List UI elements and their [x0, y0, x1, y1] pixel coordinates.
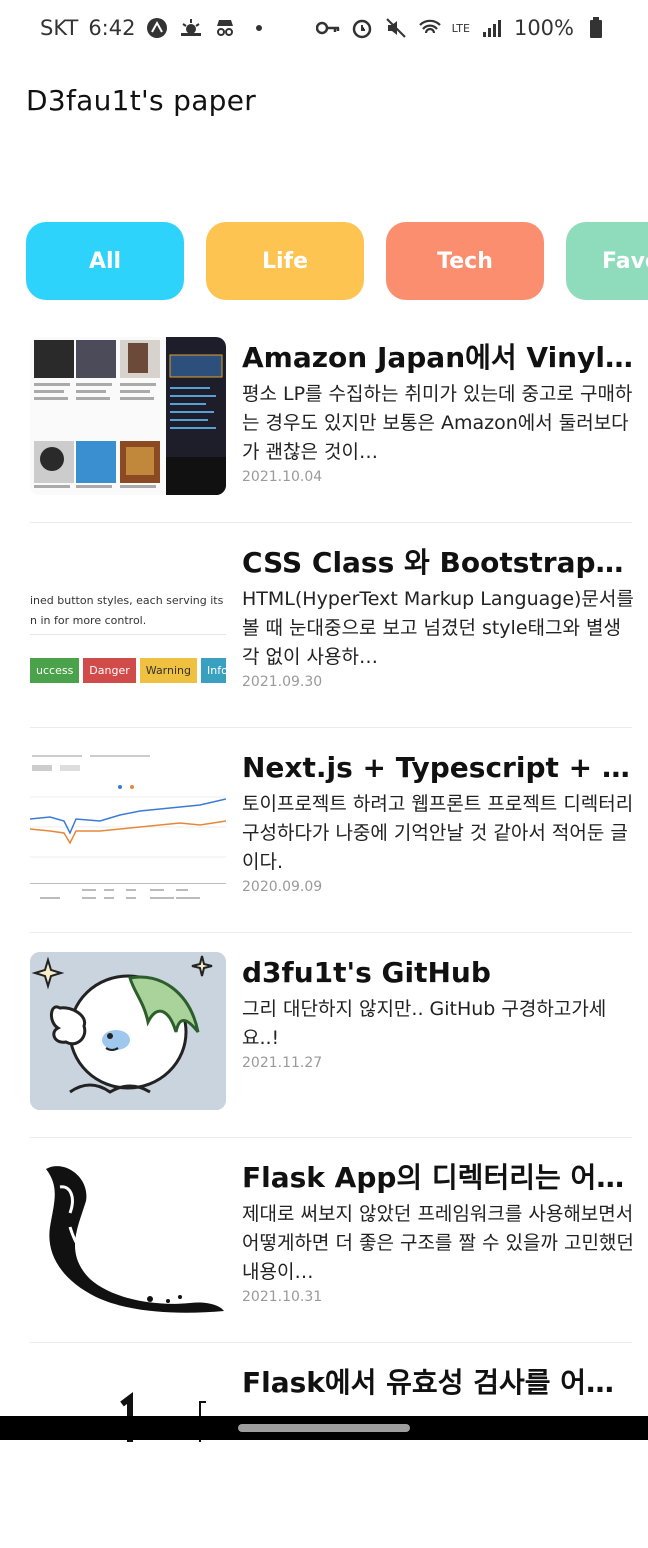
thumb-warning-button: Warning	[139, 658, 197, 683]
post-card[interactable]: d3fu1t's GitHub 그리 대단하지 않지만.. GitHub 구경하…	[30, 933, 632, 1138]
post-description: 평소 LP를 수집하는 취미가 있는데 중고로 구매하는 경우도 있지만 보통은…	[242, 383, 633, 463]
status-right: LTE 100%	[315, 16, 608, 40]
category-chip-life[interactable]: Life	[206, 222, 364, 300]
category-filter-bar: All Life Tech Favo	[26, 222, 648, 300]
category-chip-tech[interactable]: Tech	[386, 222, 544, 300]
dot-icon	[247, 16, 271, 40]
wifi-icon	[418, 16, 442, 40]
post-title: d3fu1t's GitHub	[242, 956, 491, 989]
post-thumbnail-analytics-chart	[30, 747, 226, 905]
post-thumbnail-validation	[30, 1362, 226, 1520]
clock: 6:42	[88, 16, 136, 40]
key-icon	[315, 16, 340, 40]
post-description: 토이프로젝트 하려고 웹프론트 프로젝트 디렉터리 구성하다가 나중에 기억안날…	[242, 793, 634, 873]
post-date: 2021.11.27	[242, 1055, 323, 1071]
post-title: CSS Class 와 Bootstrap이…	[242, 546, 634, 579]
weather-icon	[179, 16, 203, 40]
post-card[interactable]: ined button styles, each serving its own…	[30, 523, 634, 728]
thumb-success-button: uccess	[30, 658, 80, 683]
post-list: Amazon Japan에서 Vinyl 상… 평소 LP를 수집하는 취미가 …	[0, 318, 648, 1548]
post-title: Flask App의 디렉터리는 어떤…	[242, 1161, 634, 1194]
incognito-icon	[213, 16, 237, 40]
post-title: Amazon Japan에서 Vinyl 상…	[242, 341, 634, 374]
signal-icon	[480, 16, 504, 40]
post-thumbnail-flask-logo	[30, 1157, 226, 1315]
post-card[interactable]: Flask에서 유효성 검사를 어떻…	[30, 1343, 634, 1548]
status-left: SKT 6:42	[40, 16, 271, 40]
post-thumbnail-vinyl	[30, 337, 226, 495]
chip-label: All	[88, 248, 122, 274]
thumb-danger-button: Danger	[83, 658, 136, 683]
post-title: Next.js + Typescript + Tail..	[242, 751, 634, 784]
post-text: Next.js + Typescript + Tail.. 토이프로젝트 하려고…	[242, 748, 634, 895]
post-title: Flask에서 유효성 검사를 어떻…	[242, 1366, 634, 1399]
carrier-label: SKT	[40, 16, 79, 40]
post-text: Flask에서 유효성 검사를 어떻…	[242, 1363, 634, 1403]
post-text: CSS Class 와 Bootstrap이… HTML(HyperText M…	[242, 543, 634, 690]
battery-percent: 100%	[513, 16, 574, 40]
thumb-text-line: n in for more control.	[30, 614, 147, 627]
lte-label: LTE	[451, 21, 470, 35]
home-indicator[interactable]	[238, 1424, 410, 1432]
post-card[interactable]: Amazon Japan에서 Vinyl 상… 평소 LP를 수집하는 취미가 …	[30, 318, 634, 523]
post-card[interactable]: Next.js + Typescript + Tail.. 토이프로젝트 하려고…	[30, 728, 634, 933]
post-description: 그리 대단하지 않지만.. GitHub 구경하고가세요..!	[242, 998, 607, 1049]
app-title: D3fau1t's paper	[26, 84, 257, 117]
category-chip-all[interactable]: All	[26, 222, 184, 300]
post-date: 2021.10.31	[242, 1289, 323, 1305]
post-date: 2021.10.04	[242, 469, 323, 485]
post-text: Amazon Japan에서 Vinyl 상… 평소 LP를 수집하는 취미가 …	[242, 338, 634, 485]
post-description: 제대로 써보지 않았던 프레임워크를 사용해보면서 어떻게하면 더 좋은 구조를…	[242, 1203, 634, 1283]
post-card[interactable]: Flask App의 디렉터리는 어떤… 제대로 써보지 않았던 프레임워크를 …	[30, 1138, 634, 1343]
chip-label: Life	[261, 248, 309, 274]
thumb-info-button: Info	[201, 658, 226, 683]
post-thumbnail-github-character	[30, 952, 226, 1110]
app-notification-icon	[145, 16, 169, 40]
post-date: 2021.09.30	[242, 674, 323, 690]
post-text: d3fu1t's GitHub 그리 대단하지 않지만.. GitHub 구경하…	[242, 953, 634, 1071]
post-date: 2020.09.09	[242, 879, 323, 895]
post-text: Flask App의 디렉터리는 어떤… 제대로 써보지 않았던 프레임워크를 …	[242, 1158, 634, 1305]
status-bar: SKT 6:42 LTE 100%	[0, 0, 648, 56]
battery-icon	[584, 16, 608, 40]
post-thumbnail-bootstrap: ined button styles, each serving its own…	[30, 542, 226, 700]
category-chip-favorites[interactable]: Favo	[566, 222, 648, 300]
chip-label: Favo	[602, 248, 648, 274]
chip-label: Tech	[437, 248, 493, 274]
mute-icon	[384, 16, 408, 40]
post-description: HTML(HyperText Markup Language)문서를 볼 때 눈…	[242, 588, 634, 668]
thumb-text-line: ined button styles, each serving its own	[30, 594, 226, 607]
alarm-icon	[350, 16, 374, 40]
